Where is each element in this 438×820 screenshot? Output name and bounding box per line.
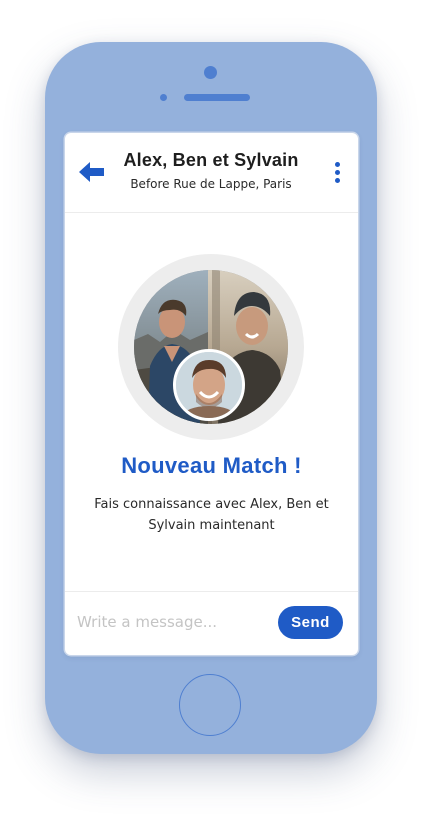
match-description: Fais connaissance avec Alex, Ben et Sylv… <box>94 497 329 533</box>
message-composer: Send <box>65 591 358 655</box>
home-button[interactable] <box>179 674 241 736</box>
earpiece-speaker <box>184 94 250 101</box>
proximity-sensor <box>160 94 167 101</box>
back-arrow-icon <box>79 162 104 182</box>
match-title: Nouveau Match ! <box>121 453 302 478</box>
message-input[interactable] <box>77 608 267 636</box>
chat-screen: Alex, Ben et Sylvain Before Rue de Lappe… <box>65 133 358 655</box>
front-camera <box>204 66 217 79</box>
page: Alex, Ben et Sylvain Before Rue de Lappe… <box>0 0 438 820</box>
avatar-sylvain <box>173 349 245 421</box>
send-button[interactable]: Send <box>278 606 343 639</box>
back-button[interactable] <box>77 159 107 185</box>
event-location: Before Rue de Lappe, Paris <box>130 177 292 191</box>
chat-header: Alex, Ben et Sylvain Before Rue de Lappe… <box>65 133 358 213</box>
group-title: Alex, Ben et Sylvain <box>123 150 299 170</box>
more-options-button[interactable] <box>330 161 346 185</box>
